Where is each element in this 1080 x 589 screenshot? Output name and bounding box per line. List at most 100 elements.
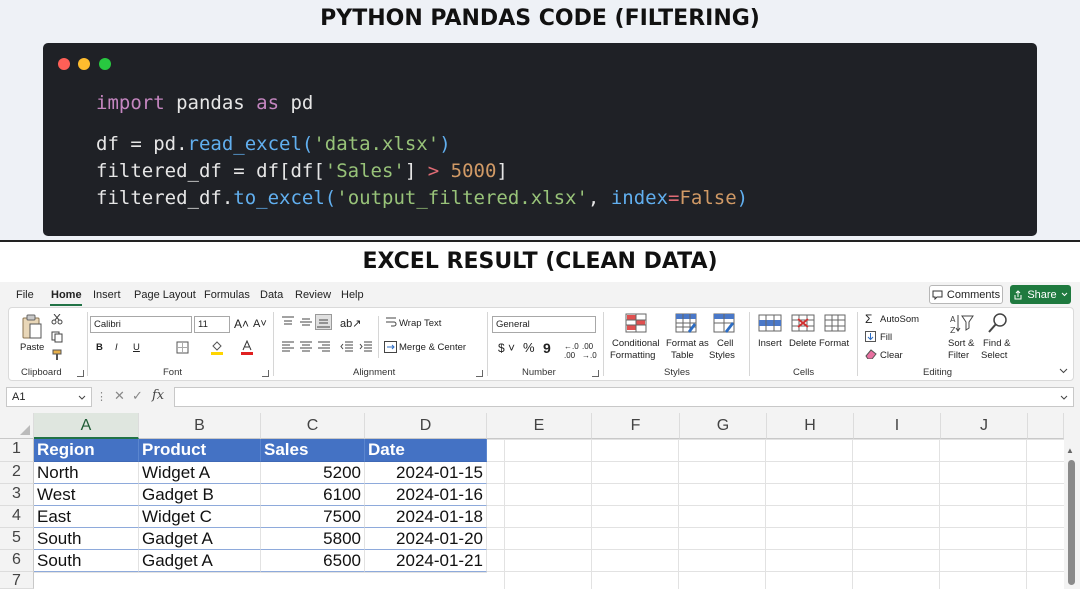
table-cell[interactable]: 5200: [261, 462, 365, 484]
format-as-table-label-2[interactable]: Table: [671, 350, 694, 361]
autosum-label[interactable]: AutoSom: [880, 314, 919, 325]
menu-page-layout[interactable]: Page Layout: [134, 289, 196, 301]
enter-icon[interactable]: ✓: [132, 388, 143, 404]
table-cell[interactable]: Gadget A: [139, 550, 261, 572]
menu-review[interactable]: Review: [295, 289, 331, 301]
font-size-dropdown[interactable]: 11: [194, 316, 230, 333]
font-name-dropdown[interactable]: Calibri: [90, 316, 192, 333]
decrease-font-button[interactable]: A˅: [253, 318, 267, 330]
wrap-text-icon[interactable]: [385, 316, 397, 328]
menu-insert[interactable]: Insert: [93, 289, 121, 301]
scroll-up-icon[interactable]: ▲: [1066, 446, 1074, 455]
font-color-icon[interactable]: [240, 340, 254, 355]
cut-icon[interactable]: [51, 314, 63, 325]
accounting-format-button[interactable]: $ ˅: [498, 341, 515, 355]
column-header-g[interactable]: G: [680, 413, 767, 439]
table-cell[interactable]: 6100: [261, 484, 365, 506]
merge-center-icon[interactable]: [384, 341, 397, 353]
row-header-1[interactable]: 1: [0, 439, 34, 462]
column-header-d[interactable]: D: [365, 413, 487, 439]
insert-function-icon[interactable]: fx: [152, 388, 164, 403]
table-header-date[interactable]: Date: [365, 439, 487, 462]
menu-file[interactable]: File: [16, 289, 34, 301]
menu-home[interactable]: Home: [51, 289, 82, 301]
row-header-3[interactable]: 3: [0, 484, 34, 506]
increase-font-button[interactable]: A˄: [234, 317, 249, 331]
table-cell[interactable]: 7500: [261, 506, 365, 528]
close-window-dot[interactable]: [58, 58, 70, 70]
search-icon[interactable]: [987, 312, 1009, 334]
menu-formulas[interactable]: Formulas: [204, 289, 250, 301]
format-cells-icon[interactable]: [824, 314, 846, 332]
table-cell[interactable]: Gadget B: [139, 484, 261, 506]
format-cells-label[interactable]: Format: [819, 338, 849, 349]
table-cell[interactable]: 5800: [261, 528, 365, 550]
maximize-window-dot[interactable]: [99, 58, 111, 70]
table-header-region[interactable]: Region: [34, 439, 139, 462]
table-cell[interactable]: West: [34, 484, 139, 506]
align-right-icon[interactable]: [317, 341, 331, 353]
sort-filter-label-1[interactable]: Sort &: [948, 338, 974, 349]
row-header-2[interactable]: 2: [0, 462, 34, 484]
align-left-icon[interactable]: [281, 341, 295, 353]
sort-filter-label-2[interactable]: Filter: [948, 350, 969, 361]
table-cell[interactable]: Widget A: [139, 462, 261, 484]
eraser-icon[interactable]: [865, 349, 877, 359]
cancel-icon[interactable]: ✕: [114, 388, 125, 404]
row-header-4[interactable]: 4: [0, 506, 34, 528]
autosum-icon[interactable]: Σ: [865, 312, 872, 326]
table-cell[interactable]: South: [34, 528, 139, 550]
align-bottom-icon[interactable]: [315, 314, 332, 330]
table-cell[interactable]: Widget C: [139, 506, 261, 528]
conditional-formatting-icon[interactable]: [625, 313, 647, 333]
align-center-icon[interactable]: [299, 341, 313, 353]
cell-styles-label-1[interactable]: Cell: [717, 338, 733, 349]
delete-cells-label[interactable]: Delete: [789, 338, 816, 349]
comma-style-button[interactable]: 9: [543, 340, 551, 356]
insert-cells-label[interactable]: Insert: [758, 338, 782, 349]
conditional-formatting-label-1[interactable]: Conditional: [612, 338, 660, 349]
delete-cells-icon[interactable]: [791, 314, 815, 332]
row-header-5[interactable]: 5: [0, 528, 34, 550]
table-cell[interactable]: 2024-01-18: [365, 506, 487, 528]
table-header-product[interactable]: Product: [139, 439, 261, 462]
percent-button[interactable]: %: [523, 340, 535, 355]
table-header-sales[interactable]: Sales: [261, 439, 365, 462]
name-box[interactable]: A1: [6, 387, 92, 407]
borders-icon[interactable]: [176, 341, 189, 354]
copy-icon[interactable]: [51, 331, 63, 343]
table-cell[interactable]: North: [34, 462, 139, 484]
number-launcher[interactable]: [592, 370, 599, 377]
alignment-launcher[interactable]: [476, 370, 483, 377]
increase-indent-icon[interactable]: [359, 341, 373, 353]
share-button[interactable]: Share: [1010, 285, 1071, 304]
paste-button[interactable]: [21, 314, 43, 345]
clear-label[interactable]: Clear: [880, 350, 903, 361]
collapse-ribbon-icon[interactable]: [1059, 368, 1068, 374]
orientation-icon[interactable]: ab↗: [340, 317, 361, 330]
sort-filter-icon[interactable]: AZ: [949, 313, 975, 335]
column-header-a[interactable]: A: [34, 413, 139, 439]
underline-button[interactable]: U: [133, 342, 140, 353]
decrease-indent-icon[interactable]: [340, 341, 354, 353]
cell-styles-icon[interactable]: [713, 313, 735, 333]
column-header-c[interactable]: C: [261, 413, 365, 439]
column-header-b[interactable]: B: [139, 413, 261, 439]
number-format-dropdown[interactable]: General: [492, 316, 596, 333]
bold-button[interactable]: B: [96, 342, 103, 353]
find-select-label-1[interactable]: Find &: [983, 338, 1010, 349]
format-as-table-label-1[interactable]: Format as: [666, 338, 709, 349]
vertical-scroll-thumb[interactable]: [1068, 460, 1075, 585]
minimize-window-dot[interactable]: [78, 58, 90, 70]
insert-cells-icon[interactable]: [758, 314, 782, 332]
table-cell[interactable]: Gadget A: [139, 528, 261, 550]
table-cell[interactable]: 6500: [261, 550, 365, 572]
fill-icon[interactable]: [865, 331, 876, 342]
row-header-7[interactable]: 7: [0, 572, 34, 589]
table-cell[interactable]: South: [34, 550, 139, 572]
table-cell[interactable]: East: [34, 506, 139, 528]
cell-styles-label-2[interactable]: Styles: [709, 350, 735, 361]
column-header-i[interactable]: I: [854, 413, 941, 439]
table-cell[interactable]: 2024-01-20: [365, 528, 487, 550]
clipboard-launcher[interactable]: [77, 370, 84, 377]
